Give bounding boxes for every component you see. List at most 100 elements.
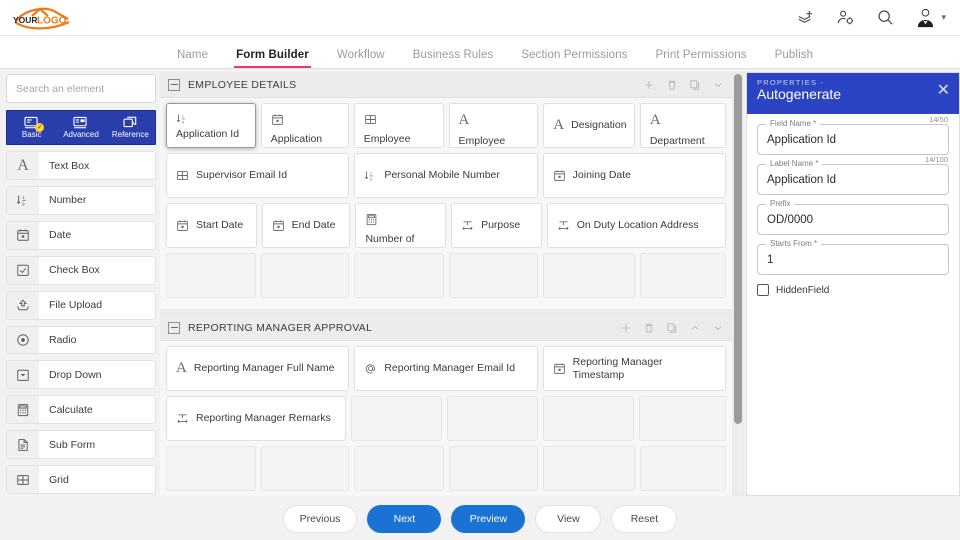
svg-text:9: 9 [370, 176, 373, 181]
close-icon[interactable]: ✕ [937, 83, 950, 99]
grid-icon [176, 169, 189, 182]
form-field-label: Number of Days [365, 233, 415, 247]
element-item-file-upload[interactable]: File Upload [6, 290, 156, 320]
field-row: Reporting Manager Remarks [166, 396, 726, 441]
form-field-supervisor-email-id[interactable]: Supervisor Email Id [166, 153, 350, 198]
property-input-field-name[interactable]: Field Name * Application Id [757, 119, 949, 155]
basic-card-icon: ✓ [24, 116, 45, 133]
letter-a-icon: A [553, 117, 565, 133]
tab-workflow[interactable]: Workflow [323, 49, 399, 68]
property-field-value: Application Id [767, 133, 837, 146]
form-field-reporting-manager-timestamp[interactable]: Reporting Manager Timestamp [542, 346, 726, 391]
element-item-calculate[interactable]: Calculate [6, 395, 156, 425]
form-canvas[interactable]: EMPLOYEE DETAILS 1 9 Application Id Applicat… [160, 72, 744, 496]
form-field-label: End Date [291, 219, 336, 231]
add-layer-icon[interactable] [794, 7, 816, 29]
element-item-date[interactable]: Date [6, 220, 156, 250]
section-rows: 19Application IdApplication DateEmployee… [160, 98, 732, 309]
category-tab-basic[interactable]: ✓ Basic [7, 111, 56, 144]
search-input[interactable] [6, 74, 156, 104]
tab-section-permissions[interactable]: Section Permissions [507, 49, 641, 68]
letter-a-icon: A [649, 112, 661, 128]
tab-name[interactable]: Name [163, 49, 222, 68]
avatar[interactable]: ▾ [914, 6, 946, 29]
advanced-card-icon [73, 116, 88, 129]
category-tab-reference[interactable]: Reference [106, 111, 155, 144]
form-field-number-of-days[interactable]: Number of Days [355, 203, 447, 248]
form-field-label: Reporting Manager Full Name [193, 362, 335, 374]
element-item-check-box[interactable]: Check Box [6, 255, 156, 285]
element-item-label: File Upload [49, 299, 103, 312]
property-field-label: Field Name * [766, 119, 821, 128]
trash-icon[interactable] [643, 322, 655, 334]
empty-field-slot [446, 396, 538, 441]
property-input-label-name[interactable]: Label Name * Application Id [757, 159, 949, 195]
empty-field-slot [166, 253, 256, 298]
element-item-sub-form[interactable]: Sub Form [6, 430, 156, 460]
form-field-start-date[interactable]: Start Date [166, 203, 257, 248]
letter-a-icon: A [176, 360, 187, 376]
form-field-personal-mobile-number[interactable]: 1 9 Personal Mobile Number [354, 153, 538, 198]
next-button[interactable]: Next [367, 505, 442, 533]
collapse-section-icon[interactable] [168, 78, 180, 91]
property-field: Prefix OD/0000 [757, 199, 949, 235]
form-field-purpose[interactable]: Purpose [451, 203, 542, 248]
element-item-radio[interactable]: Radio [6, 325, 156, 355]
form-field-designation[interactable]: A Designation [543, 103, 635, 148]
form-field-employee-code[interactable]: Employee Code [353, 103, 444, 148]
form-field-joining-date[interactable]: Joining Date [542, 153, 726, 198]
form-field-label: Designation [571, 119, 627, 131]
previous-button[interactable]: Previous [282, 505, 358, 533]
form-field-reporting-manager-email-id[interactable]: Reporting Manager Email Id [354, 346, 538, 391]
empty-field-slot [638, 396, 726, 441]
trash-icon[interactable] [666, 79, 678, 91]
preview-button[interactable]: Preview [451, 505, 526, 533]
user-settings-icon[interactable] [834, 7, 856, 29]
form-field-label: Reporting Manager Timestamp [572, 355, 663, 381]
empty-field-slot [351, 396, 442, 441]
element-item-grid[interactable]: Grid [6, 465, 156, 494]
top-bar: YOUR LOGO ▾ [0, 0, 960, 36]
property-field: Starts From * 1 [757, 239, 949, 275]
checkbox-box[interactable] [757, 284, 769, 296]
plus-icon[interactable] [643, 79, 655, 91]
chevron-down-icon[interactable] [712, 79, 724, 91]
textarea-icon [557, 219, 570, 232]
form-field-department[interactable]: A Department [639, 103, 726, 148]
form-field-reporting-manager-full-name[interactable]: A Reporting Manager Full Name [166, 346, 350, 391]
form-field-application-date[interactable]: Application Date [260, 103, 349, 148]
view-button[interactable]: View [535, 505, 602, 533]
property-input-prefix[interactable]: Prefix OD/0000 [757, 199, 949, 235]
tab-business-rules[interactable]: Business Rules [399, 49, 508, 68]
properties-header: PROPERTIES - Autogenerate ✕ [747, 73, 959, 114]
element-item-drop-down[interactable]: Drop Down [6, 360, 156, 390]
tab-print-permissions[interactable]: Print Permissions [641, 49, 760, 68]
chevron-up-icon[interactable] [689, 322, 701, 334]
collapse-section-icon[interactable] [168, 321, 180, 334]
plus-icon[interactable] [620, 322, 632, 334]
form-field-employee-name[interactable]: A Employee Name [448, 103, 539, 148]
category-tab-advanced[interactable]: Advanced [56, 111, 105, 144]
reset-button[interactable]: Reset [611, 505, 678, 533]
field-row: Start Date End Date Number of Days Purpose O… [166, 203, 727, 248]
copy-icon[interactable] [689, 79, 701, 91]
tab-publish[interactable]: Publish [761, 49, 827, 68]
property-input-starts-from[interactable]: Starts From * 1 [757, 239, 949, 275]
form-section: EMPLOYEE DETAILS 1 9 Application Id Applicat… [160, 72, 732, 309]
search-icon[interactable] [874, 7, 896, 29]
svg-text:9: 9 [22, 202, 25, 207]
form-field-reporting-manager-remarks[interactable]: Reporting Manager Remarks [166, 396, 346, 441]
brand-logo[interactable]: YOUR LOGO [10, 4, 74, 32]
form-field-end-date[interactable]: End Date [261, 203, 351, 248]
element-item-number[interactable]: 1 9 Number [6, 185, 156, 215]
element-item-text-box[interactable]: A Text Box [6, 151, 156, 180]
checkbox-icon [7, 256, 39, 284]
chevron-down-icon[interactable] [712, 322, 724, 334]
form-field-application-id[interactable]: 1 9 Application Id [166, 103, 256, 148]
form-field-on-duty-location-address[interactable]: On Duty Location Address [546, 203, 727, 248]
copy-icon[interactable] [666, 322, 678, 334]
chevron-down-icon[interactable]: ▾ [941, 12, 946, 23]
canvas-scrollbar-thumb[interactable] [734, 74, 742, 424]
tab-form-builder[interactable]: Form Builder [222, 49, 323, 68]
hidden-field-checkbox[interactable]: HiddenField [757, 284, 949, 296]
